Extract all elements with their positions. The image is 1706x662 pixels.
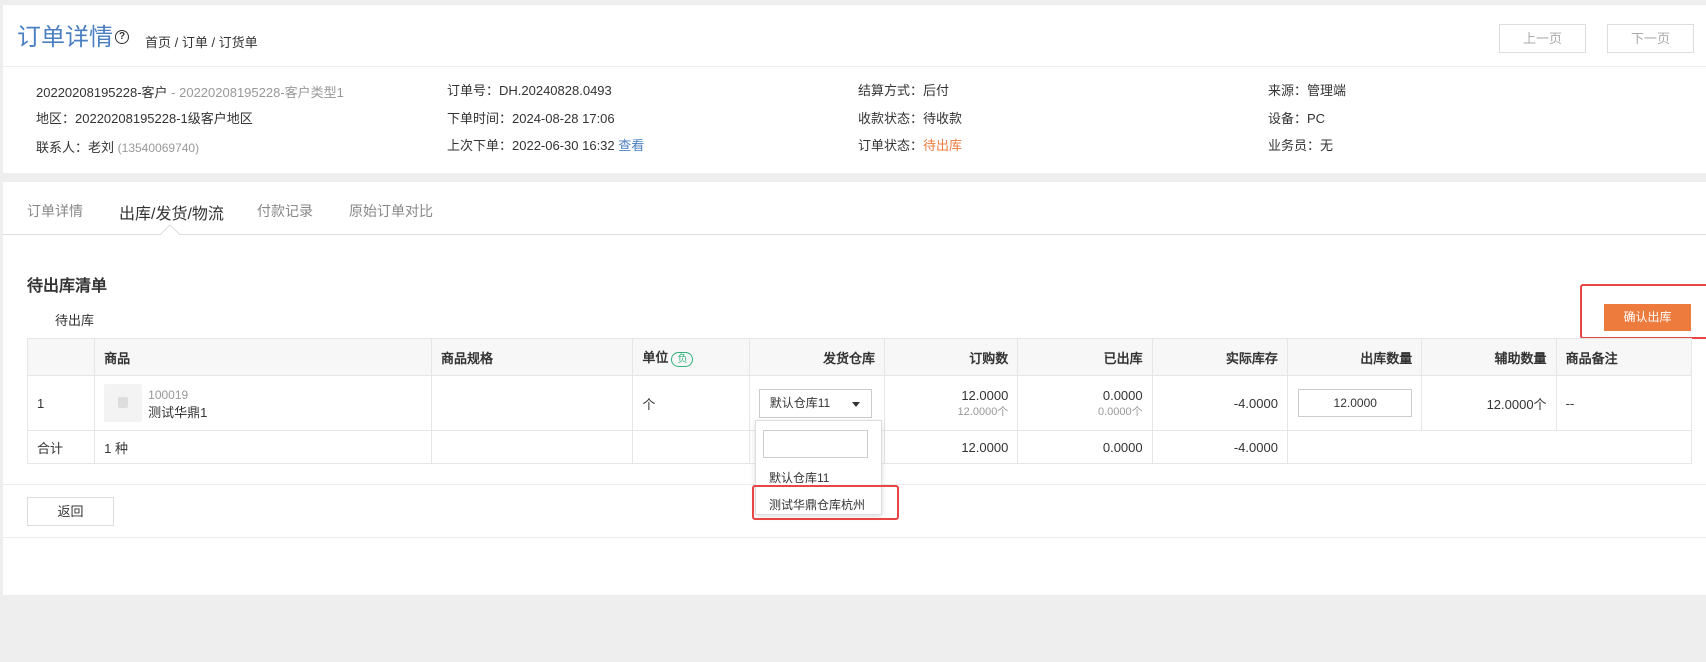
settlement-method: 结算方式：后付 (858, 83, 950, 98)
out-qty-cell (1286, 375, 1423, 431)
product-name: 测试华鼎1 (148, 404, 208, 420)
warehouse-option-default[interactable]: 默认仓库11 (769, 469, 829, 486)
col-ordered-header: 订购数 (883, 338, 1019, 376)
warehouse-select-value: 默认仓库11 (769, 395, 831, 410)
col-product-header: 商品 (94, 338, 432, 376)
back-button[interactable]: 返回 (27, 497, 114, 526)
payment-status: 收款状态：待收款 (858, 111, 963, 126)
aux-qty-cell: 12.0000个 (1421, 375, 1557, 431)
col-index-header (26, 338, 96, 376)
col-spec-header: 商品规格 (430, 338, 634, 376)
chevron-down-icon (851, 401, 860, 407)
col-stock-header: 实际库存 (1151, 338, 1288, 376)
last-order-info: 上次下单：2022-06-30 16:32 查看 (447, 137, 644, 155)
page-title: 订单详情 (17, 24, 113, 51)
out-qty-input[interactable] (1298, 389, 1413, 417)
col-out-qty-header: 出库数量 (1286, 338, 1423, 376)
tab-outbound-shipping[interactable]: 出库/发货/物流 (119, 200, 224, 224)
contact-label: 联系人： (36, 140, 89, 155)
highlight-warehouse-option (752, 485, 899, 520)
spec-cell (430, 375, 634, 431)
order-status-value: 待出库 (923, 138, 963, 153)
order-number: 订单号：DH.20240828.0493 (447, 83, 612, 98)
active-tab-indicator (160, 224, 180, 244)
region-info: 地区：20220208195228-1级客户地区 (36, 111, 253, 126)
customer-name: 20220208195228-客户 (36, 85, 168, 100)
order-device: 设备：PC (1268, 111, 1326, 126)
shipped-qty-unit: 0.0000个 (1097, 405, 1143, 418)
col-unit-label: 单位 (642, 350, 669, 365)
tab-bar: 订单详情 出库/发货/物流 付款记录 原始订单对比 (3, 182, 1706, 244)
stock-cell: -4.0000 (1151, 375, 1288, 431)
salesman: 业务员：无 (1268, 138, 1334, 153)
total-kinds: 1 种 (94, 430, 432, 464)
product-cell: 100019 测试华鼎1 (94, 375, 432, 431)
tab-original-order-compare[interactable]: 原始订单对比 (349, 201, 433, 221)
unit-cell: 个 (632, 375, 750, 431)
col-warehouse-header: 发货仓库 (748, 338, 886, 376)
order-source: 来源：管理端 (1268, 83, 1347, 98)
breadcrumb[interactable]: 首页 / 订单 / 订货单 (145, 32, 258, 51)
order-status: 订单状态：待出库 (858, 137, 962, 155)
last-order-time: 上次下单：2022-06-30 16:32 (447, 138, 615, 153)
col-unit-header: 单位负 (632, 338, 750, 376)
total-shipped: 0.0000 (1017, 430, 1153, 464)
warehouse-select[interactable]: 默认仓库11 (758, 388, 872, 418)
negative-badge: 负 (671, 352, 694, 367)
section-title: 待出库清单 (27, 278, 108, 295)
pending-outbound-label: 待出库 (55, 313, 95, 328)
divider (3, 537, 1706, 538)
table-header-row: 商品 商品规格 单位负 发货仓库 订购数 已出库 实际库存 出库数量 辅助数量 … (26, 338, 1693, 376)
contact-name: 老刘 (88, 140, 115, 155)
prev-page-button[interactable]: 上一页 (1499, 24, 1586, 53)
col-shipped-header: 已出库 (1017, 338, 1153, 376)
total-stock: -4.0000 (1151, 430, 1288, 464)
total-label: 合计 (26, 430, 96, 464)
product-text: 100019 测试华鼎1 (148, 386, 207, 421)
warehouse-search-input[interactable] (763, 430, 868, 458)
page-header: 订单详情 ? 首页 / 订单 / 订货单 上一页 下一页 (3, 5, 1706, 67)
outbound-card: 订单详情 出库/发货/物流 付款记录 原始订单对比 待出库清单 待出库 确认出库… (3, 182, 1706, 595)
highlight-confirm-outbound (1580, 284, 1706, 339)
contact-info: 联系人：老刘 (13540069740) (36, 139, 199, 157)
order-time: 下单时间：2024-08-28 17:06 (447, 111, 615, 126)
remark-cell: -- (1555, 375, 1693, 431)
order-status-label: 订单状态： (858, 138, 924, 153)
ordered-cell: 12.0000 12.0000个 (883, 375, 1019, 431)
customer-info: 20220208195228-客户 - 20220208195228-客户类型1 (36, 84, 344, 102)
ordered-qty: 12.0000 (961, 387, 1009, 403)
tab-payment-records[interactable]: 付款记录 (257, 201, 313, 221)
contact-phone: (13540069740) (117, 141, 200, 155)
row-index: 1 (26, 375, 96, 431)
col-aux-qty-header: 辅助数量 (1421, 338, 1557, 376)
shipped-cell: 0.0000 0.0000个 (1017, 375, 1153, 431)
tab-order-detail[interactable]: 订单详情 (27, 201, 83, 221)
col-remark-header: 商品备注 (1555, 338, 1693, 376)
product-code: 100019 (148, 387, 189, 402)
customer-type: - 20220208195228-客户类型1 (167, 85, 344, 100)
next-page-button[interactable]: 下一页 (1607, 24, 1694, 53)
view-last-order-link[interactable]: 查看 (618, 138, 644, 153)
product-image-placeholder (104, 384, 143, 422)
ordered-qty-unit: 12.0000个 (957, 405, 1009, 418)
total-ordered: 12.0000 (883, 430, 1019, 464)
order-info-card: 订单详情 ? 首页 / 订单 / 订货单 上一页 下一页 20220208195… (3, 5, 1706, 173)
shipped-qty: 0.0000 (1102, 387, 1143, 403)
help-icon[interactable]: ? (115, 30, 129, 44)
